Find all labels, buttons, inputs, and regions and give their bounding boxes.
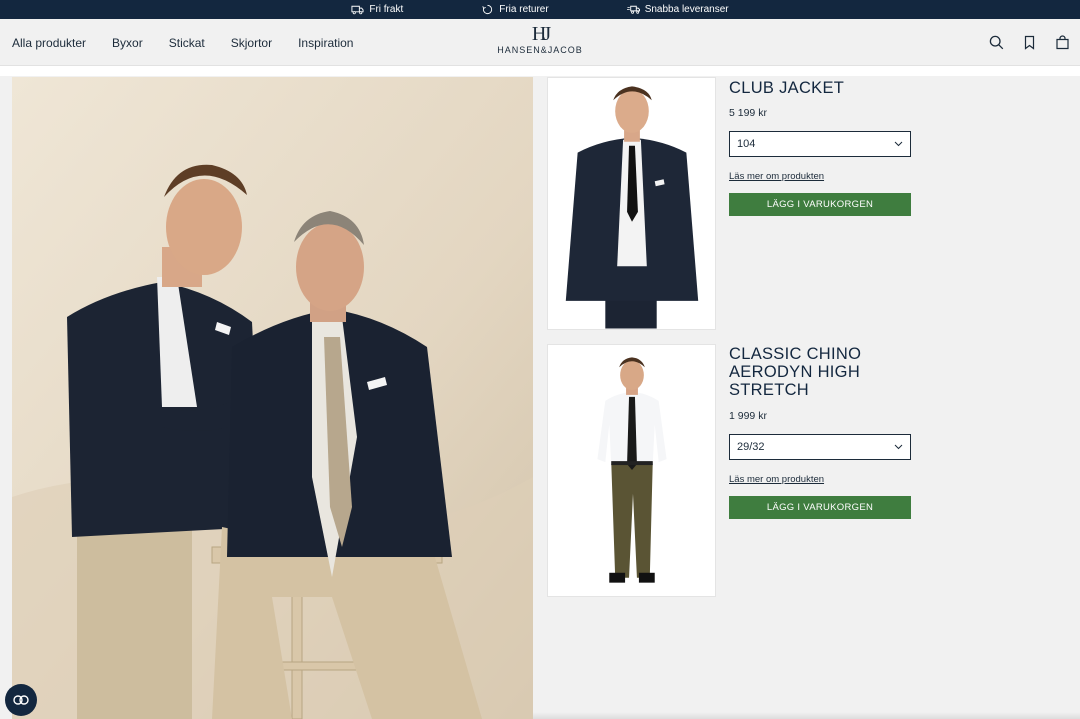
- site-logo[interactable]: HJ HANSEN&JACOB: [496, 24, 584, 56]
- product-info-club-jacket: CLUB JACKET 5 199 kr 104 Läs mer om prod…: [729, 79, 911, 216]
- add-to-cart-button[interactable]: LÄGG I VARUKORGEN: [729, 193, 911, 216]
- product-title[interactable]: CLASSIC CHINO AERODYN HIGH STRETCH: [729, 345, 911, 399]
- truck-icon: [351, 5, 364, 15]
- promo-bar: Fri frakt Fria returer Snabba leveranser: [0, 0, 1080, 19]
- product-info-classic-chino: CLASSIC CHINO AERODYN HIGH STRETCH 1 999…: [729, 345, 911, 519]
- promo-label: Fri frakt: [369, 4, 404, 15]
- bottom-shadow: [533, 712, 1080, 719]
- logo-text: HANSEN&JACOB: [497, 45, 583, 55]
- size-select[interactable]: 29/32: [729, 434, 911, 460]
- shopping-bag-icon[interactable]: [1055, 35, 1070, 50]
- product-image-classic-chino[interactable]: [547, 344, 716, 597]
- promo-label: Fria returer: [499, 4, 549, 15]
- product-title[interactable]: CLUB JACKET: [729, 79, 911, 97]
- nav-item-byxor[interactable]: Byxor: [112, 36, 143, 50]
- logo-monogram: HJ: [531, 23, 551, 45]
- search-icon[interactable]: [989, 35, 1004, 50]
- add-to-cart-button[interactable]: LÄGG I VARUKORGEN: [729, 496, 911, 519]
- fast-delivery-icon: [626, 5, 640, 14]
- promo-fast-delivery: Snabba leveranser: [626, 4, 729, 15]
- hero-image: [12, 77, 533, 719]
- promo-free-returns: Fria returer: [481, 4, 549, 15]
- nav-item-stickat[interactable]: Stickat: [169, 36, 205, 50]
- promo-label: Snabba leveranser: [644, 4, 729, 15]
- chevron-down-icon: [894, 141, 903, 147]
- size-select-value: 29/32: [737, 441, 765, 453]
- return-icon: [482, 4, 493, 15]
- size-select-value: 104: [737, 138, 756, 150]
- cookie-settings-button[interactable]: [5, 684, 37, 716]
- header-actions: [989, 19, 1070, 66]
- nav-item-inspiration[interactable]: Inspiration: [298, 36, 353, 50]
- bookmark-icon[interactable]: [1022, 35, 1037, 50]
- site-header: Alla produkter Byxor Stickat Skjortor In…: [0, 19, 1080, 66]
- promo-free-shipping: Fri frakt: [351, 4, 403, 15]
- chevron-down-icon: [894, 444, 903, 450]
- product-image-club-jacket[interactable]: [547, 77, 716, 330]
- nav-item-skjortor[interactable]: Skjortor: [231, 36, 272, 50]
- size-select[interactable]: 104: [729, 131, 911, 157]
- read-more-link[interactable]: Läs mer om produkten: [729, 474, 911, 485]
- main-nav: Alla produkter Byxor Stickat Skjortor In…: [12, 19, 353, 66]
- header-divider: [0, 66, 1080, 76]
- read-more-link[interactable]: Läs mer om produkten: [729, 171, 911, 182]
- nav-item-alla-produkter[interactable]: Alla produkter: [12, 36, 86, 50]
- product-price: 5 199 kr: [729, 107, 767, 119]
- cookie-settings-icon: [13, 695, 29, 705]
- product-price: 1 999 kr: [729, 410, 767, 422]
